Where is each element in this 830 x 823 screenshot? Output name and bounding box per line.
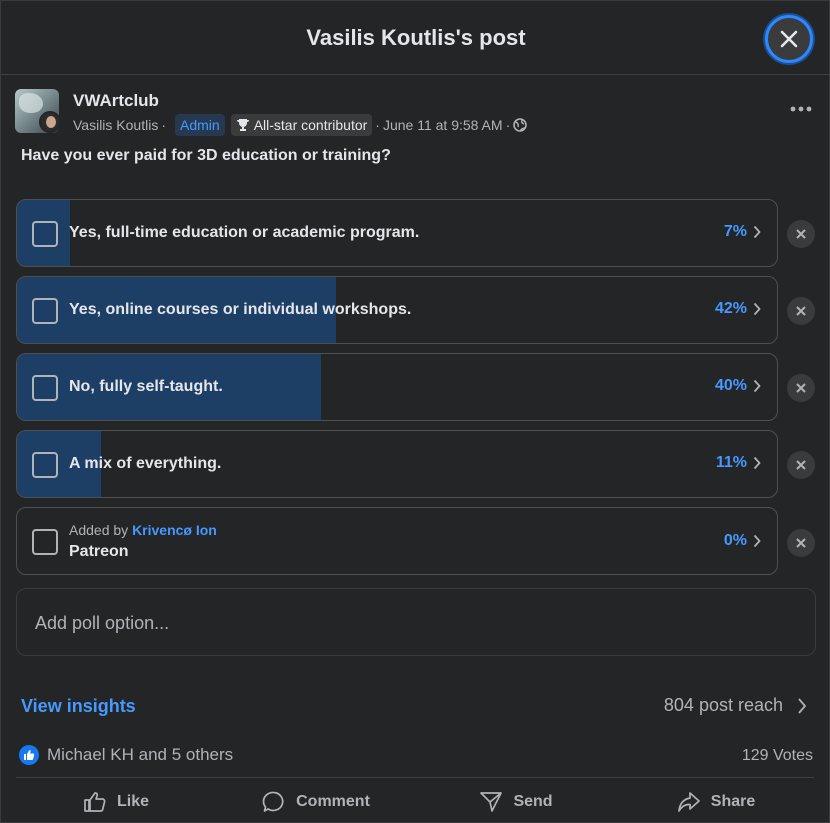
poll-option[interactable]: A mix of everything. 11% [16,430,778,498]
more-icon [790,106,812,112]
reactions-summary[interactable]: Michael KH and 5 others [19,745,233,765]
reactions-text: Michael KH and 5 others [47,745,234,764]
chevron-right-icon [753,302,761,316]
send-button[interactable]: Send [416,781,616,823]
remove-icon [796,306,806,316]
chevron-right-icon [798,697,807,714]
added-by-prefix: Added by [69,522,129,538]
poll-option-label: Yes, full-time education or academic pro… [69,224,420,241]
group-name[interactable]: VWArtclub [73,91,159,111]
admin-badge: Admin [175,114,225,136]
poll-option-percent[interactable]: 40% [715,377,761,395]
poll-option-label: Yes, online courses or individual worksh… [69,301,412,318]
remove-option-button[interactable] [787,220,815,248]
remove-option-button[interactable] [787,374,815,402]
post-actions: Like Comment Send Share [16,781,816,823]
poll-checkbox[interactable] [32,452,58,478]
post-dialog: Vasilis Koutlis's post VWArtclub Vasilis… [0,0,830,823]
poll-option[interactable]: No, fully self-taught. 40% [16,353,778,421]
poll-option-label: No, fully self-taught. [69,378,223,395]
dialog-header: Vasilis Koutlis's post [1,1,830,75]
poll-checkbox[interactable] [32,221,58,247]
dialog-title: Vasilis Koutlis's post [306,25,526,50]
add-poll-option-input[interactable] [35,609,775,637]
post-meta: Vasilis Koutlis · Admin All-star contrib… [73,113,528,137]
contributor-badge-label: All-star contributor [253,117,368,133]
poll-option-percent-text: 42% [714,300,747,317]
like-icon [84,792,106,812]
remove-icon [796,229,806,239]
poll-option-percent-text: 7% [723,223,747,240]
poll-option[interactable]: Yes, online courses or individual worksh… [16,276,778,344]
group-avatar[interactable] [15,89,59,133]
added-by-name[interactable]: Krivencø Ion [132,522,217,538]
poll-option-row: Yes, online courses or individual worksh… [16,276,816,344]
add-poll-option[interactable] [16,588,816,656]
more-options-button[interactable] [785,93,817,125]
chevron-right-icon [753,225,761,239]
share-button[interactable]: Share [616,781,816,823]
share-label: Share [710,793,756,810]
vote-count[interactable]: 129 Votes [742,747,813,765]
remove-option-button[interactable] [787,451,815,479]
poll-option-percent-text: 11% [715,454,747,471]
chevron-right-icon [753,534,761,548]
poll-option-added[interactable]: Added by Krivencø Ion Patreon 0% [16,507,778,575]
trophy-icon [236,119,249,131]
globe-icon [513,118,528,132]
poll-option-row: No, fully self-taught. 40% [16,353,816,421]
author-name[interactable]: Vasilis Koutlis [73,117,158,133]
remove-option-button[interactable] [787,297,815,325]
divider [16,777,814,778]
view-insights-link[interactable]: View insights [21,696,136,717]
like-reaction-icon [19,745,39,765]
poll-checkbox[interactable] [32,529,58,555]
close-button[interactable] [765,15,813,63]
poll-option-percent-text: 40% [714,377,747,394]
poll-option-label: A mix of everything. [69,455,222,472]
author-avatar[interactable] [39,111,59,133]
poll-option-row: Yes, full-time education or academic pro… [16,199,816,267]
post-author: VWArtclub Vasilis Koutlis · Admin All-st… [15,89,815,139]
like-label: Like [116,793,149,810]
poll-option-percent[interactable]: 42% [715,300,761,318]
chevron-right-icon [753,456,761,470]
poll: Yes, full-time education or academic pro… [16,199,816,584]
poll-option-row: Added by Krivencø Ion Patreon 0% [16,507,816,575]
send-icon [480,792,503,812]
poll-option-label: Patreon [69,543,129,560]
post-reach-text: 804 post reach [663,695,783,715]
poll-option-percent[interactable]: 11% [716,454,761,472]
remove-option-button[interactable] [787,529,815,557]
poll-question: Have you ever paid for 3D education or t… [21,147,391,164]
poll-option-percent-text: 0% [723,532,747,549]
remove-icon [796,460,806,470]
contributor-badge: All-star contributor [230,114,373,136]
added-by-line: Added by Krivencø Ion [69,522,217,538]
poll-checkbox[interactable] [32,298,58,324]
chevron-right-icon [753,379,761,393]
poll-checkbox[interactable] [32,375,58,401]
comment-label: Comment [296,793,370,810]
send-label: Send [513,793,553,810]
poll-option[interactable]: Yes, full-time education or academic pro… [16,199,778,267]
close-icon [780,30,798,48]
like-button[interactable]: Like [16,781,216,823]
poll-option-percent[interactable]: 0% [724,532,761,550]
remove-icon [796,538,806,548]
poll-option-percent[interactable]: 7% [724,223,761,241]
share-icon [677,792,700,812]
remove-icon [796,383,806,393]
comment-button[interactable]: Comment [216,781,416,823]
poll-option-row: A mix of everything. 11% [16,430,816,498]
comment-icon [262,791,284,812]
post-reach[interactable]: 804 post reach [664,695,807,716]
post-timestamp[interactable]: June 11 at 9:58 AM [383,117,503,133]
